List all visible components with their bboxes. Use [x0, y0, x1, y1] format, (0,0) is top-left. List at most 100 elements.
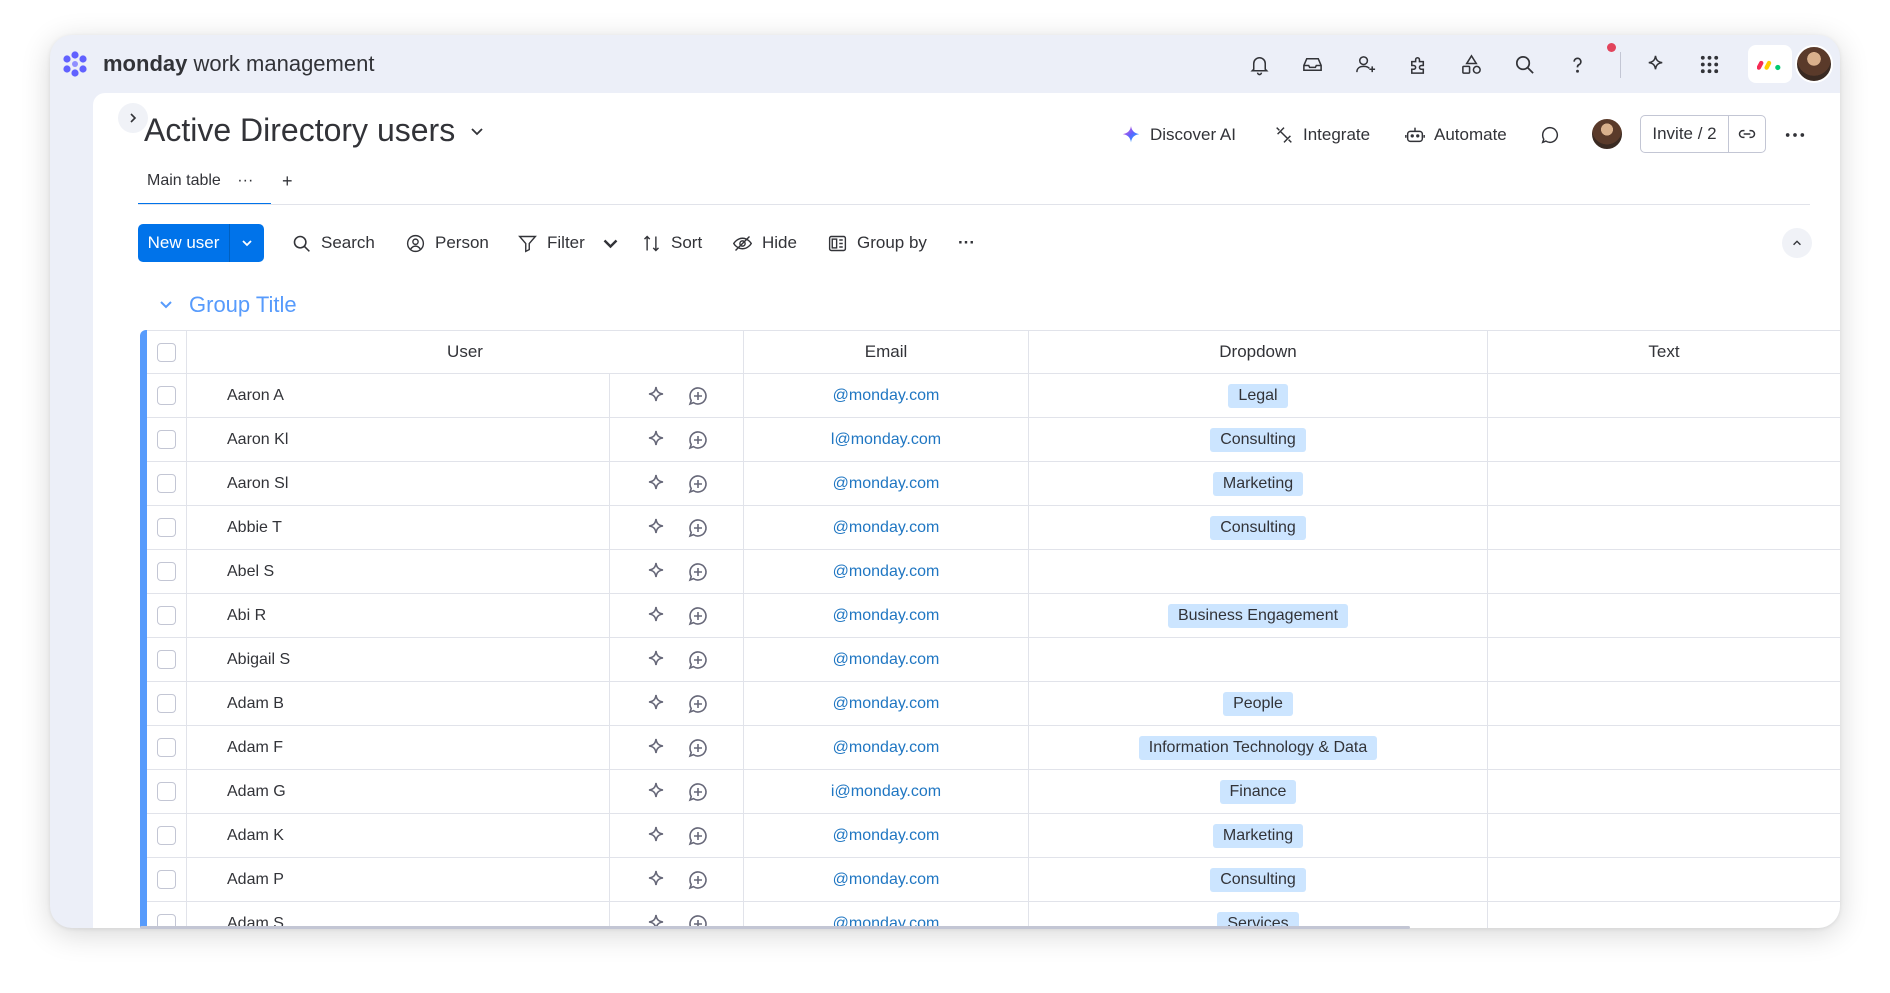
ai-sparkle-icon[interactable] [644, 428, 668, 452]
email-cell[interactable]: @monday.com [743, 902, 1028, 928]
dropdown-cell[interactable]: People [1028, 682, 1487, 725]
table-row[interactable]: Aaron Sl @monday.com Marketing [147, 462, 1840, 506]
group-title[interactable]: Group Title [189, 292, 297, 318]
filter-dropdown-button[interactable] [600, 230, 621, 256]
inbox-icon[interactable] [1298, 50, 1326, 78]
table-row[interactable]: Adam F @monday.com Information Technology … [147, 726, 1840, 770]
horizontal-scrollbar[interactable] [140, 926, 1410, 929]
dropdown-cell[interactable] [1028, 638, 1487, 681]
collapse-header-button[interactable] [1782, 228, 1812, 258]
table-row[interactable]: Abbie T @monday.com Consulting [147, 506, 1840, 550]
add-update-icon[interactable] [686, 428, 710, 452]
help-icon[interactable] [1563, 50, 1591, 78]
dropdown-chip[interactable]: Consulting [1210, 427, 1306, 452]
ai-sparkle-icon[interactable] [644, 736, 668, 760]
email-link[interactable]: @monday.com [833, 607, 940, 625]
automate-button[interactable]: Automate [1404, 122, 1507, 148]
text-cell[interactable] [1487, 770, 1840, 813]
ai-sparkle-icon[interactable] [644, 868, 668, 892]
dropdown-cell[interactable]: Consulting [1028, 858, 1487, 901]
tab-main-table[interactable]: Main table ··· [138, 170, 271, 206]
text-cell[interactable] [1487, 814, 1840, 857]
email-link[interactable]: @monday.com [833, 651, 940, 669]
table-row[interactable]: Aaron Kl l@monday.com Consulting [147, 418, 1840, 462]
new-user-dropdown-button[interactable] [230, 224, 264, 262]
text-cell[interactable] [1487, 902, 1840, 928]
user-cell[interactable]: Abigail S [186, 638, 609, 681]
filter-button[interactable]: Filter [517, 230, 585, 256]
dropdown-chip[interactable]: People [1223, 691, 1293, 716]
text-cell[interactable] [1487, 374, 1840, 417]
add-update-icon[interactable] [686, 824, 710, 848]
email-link[interactable]: @monday.com [833, 695, 940, 713]
ai-sparkle-icon[interactable] [644, 824, 668, 848]
board-title[interactable]: Active Directory users [144, 112, 455, 149]
dropdown-cell[interactable]: Business Engagement [1028, 594, 1487, 637]
row-checkbox[interactable] [157, 386, 176, 405]
ai-sparkle-icon[interactable] [644, 560, 668, 584]
add-update-icon[interactable] [686, 604, 710, 628]
user-cell[interactable]: Adam G [186, 770, 609, 813]
text-cell[interactable] [1487, 594, 1840, 637]
ai-sparkle-icon[interactable] [644, 516, 668, 540]
table-row[interactable]: Abi R @monday.com Business Engagement [147, 594, 1840, 638]
add-update-icon[interactable] [686, 560, 710, 584]
column-header-user[interactable]: User [186, 331, 743, 373]
add-update-icon[interactable] [686, 868, 710, 892]
row-checkbox[interactable] [157, 518, 176, 537]
email-cell[interactable]: @monday.com [743, 594, 1028, 637]
table-row[interactable]: Abel S @monday.com [147, 550, 1840, 594]
ai-sparkle-icon[interactable] [644, 692, 668, 716]
row-checkbox[interactable] [157, 782, 176, 801]
table-row[interactable]: Adam B @monday.com People [147, 682, 1840, 726]
user-cell[interactable]: Aaron A [186, 374, 609, 417]
email-link[interactable]: @monday.com [833, 827, 940, 845]
table-row[interactable]: Aaron A @monday.com Legal [147, 374, 1840, 418]
dropdown-chip[interactable]: Information Technology & Data [1138, 735, 1378, 760]
dropdown-cell[interactable]: Services [1028, 902, 1487, 928]
add-update-icon[interactable] [686, 472, 710, 496]
email-link[interactable]: i@monday.com [831, 783, 941, 801]
app-switcher-icon[interactable] [1695, 50, 1723, 78]
group-by-button[interactable]: Group by [827, 230, 927, 256]
text-cell[interactable] [1487, 682, 1840, 725]
dropdown-cell[interactable]: Legal [1028, 374, 1487, 417]
new-user-button[interactable]: New user [138, 224, 230, 262]
text-cell[interactable] [1487, 462, 1840, 505]
user-cell[interactable]: Adam P [186, 858, 609, 901]
table-row[interactable]: Adam K @monday.com Marketing [147, 814, 1840, 858]
dropdown-chip[interactable]: Business Engagement [1167, 603, 1349, 628]
column-header-dropdown[interactable]: Dropdown [1028, 331, 1487, 373]
dropdown-chip[interactable]: Marketing [1212, 471, 1304, 496]
dropdown-cell[interactable]: Marketing [1028, 814, 1487, 857]
dropdown-cell[interactable]: Information Technology & Data [1028, 726, 1487, 769]
text-cell[interactable] [1487, 418, 1840, 461]
row-checkbox[interactable] [157, 694, 176, 713]
column-header-email[interactable]: Email [743, 331, 1028, 373]
email-cell[interactable]: @monday.com [743, 726, 1028, 769]
search-icon[interactable] [1510, 50, 1538, 78]
email-cell[interactable]: @monday.com [743, 638, 1028, 681]
email-cell[interactable]: @monday.com [743, 682, 1028, 725]
user-cell[interactable]: Abbie T [186, 506, 609, 549]
row-checkbox[interactable] [157, 826, 176, 845]
row-checkbox[interactable] [157, 738, 176, 757]
table-row[interactable]: Adam P @monday.com Consulting [147, 858, 1840, 902]
user-cell[interactable]: Adam B [186, 682, 609, 725]
row-checkbox[interactable] [157, 870, 176, 889]
user-cell[interactable]: Adam K [186, 814, 609, 857]
user-cell[interactable]: Aaron Sl [186, 462, 609, 505]
add-update-icon[interactable] [686, 516, 710, 540]
add-update-icon[interactable] [686, 780, 710, 804]
add-update-icon[interactable] [686, 692, 710, 716]
email-link[interactable]: @monday.com [833, 871, 940, 889]
board-member-avatar[interactable] [1590, 117, 1624, 151]
add-view-button[interactable]: + [282, 171, 293, 192]
dropdown-chip[interactable]: Legal [1228, 383, 1288, 408]
email-link[interactable]: @monday.com [833, 739, 940, 757]
user-cell[interactable]: Aaron Kl [186, 418, 609, 461]
invite-member-icon[interactable] [1351, 50, 1379, 78]
monday-logo-icon[interactable] [60, 49, 90, 79]
hide-button[interactable]: Hide [732, 230, 797, 256]
integrate-button[interactable]: Integrate [1273, 122, 1370, 148]
